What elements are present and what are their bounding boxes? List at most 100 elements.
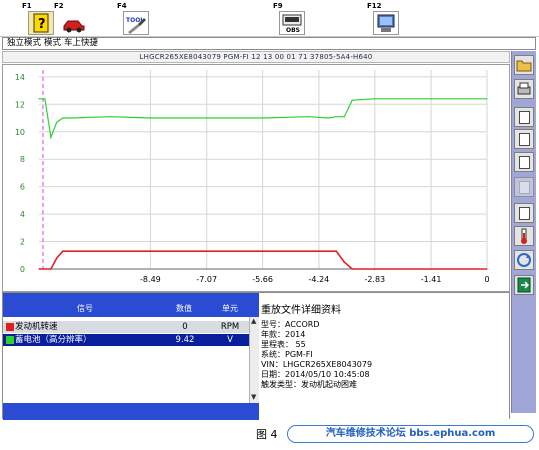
data-point-rpm [50, 268, 52, 270]
data-point-rpm [351, 268, 353, 270]
y-tick-label: 8 [20, 155, 25, 164]
replay-title: 重放文件详细资料 [261, 305, 341, 316]
data-point-battery [343, 116, 345, 118]
data-point-battery [44, 98, 46, 100]
f1-label: F1 [22, 2, 32, 10]
scroll-down-icon[interactable]: ▼ [251, 393, 256, 401]
thermometer-icon [521, 228, 527, 244]
signal-table-footer [3, 403, 259, 420]
chart-panel: -8.49 -7.07 -5.66 -4.24 -2.83 -1.41 0 0 2 4 6 8 10 12… [2, 64, 510, 292]
data-point-rpm [308, 250, 310, 252]
obd-icon: OBS [279, 11, 305, 35]
data-point-battery [335, 116, 337, 118]
folder-open-icon [516, 60, 532, 72]
replay-trigger: 触发类型：发动机起动困难 [261, 380, 357, 389]
data-point-battery [262, 117, 264, 119]
f2-label: F2 [54, 2, 64, 10]
figure-caption: 图 4 [256, 428, 278, 441]
config-button[interactable] [514, 107, 534, 127]
data-point-rpm [206, 250, 208, 252]
col-unit[interactable]: 单元 [222, 303, 238, 314]
data-point-battery [327, 117, 329, 119]
refresh-button[interactable] [514, 250, 534, 270]
signal-table: 信号 数值 单元 发动机转速 0 RPM 蓄电池（高分辨率） 9.42 V ▲ … [3, 293, 259, 420]
disabled-button [514, 177, 534, 197]
data-point-rpm [38, 268, 40, 270]
data-point-battery [351, 99, 353, 101]
signal-color-swatch [6, 323, 14, 331]
list-button[interactable] [514, 129, 534, 149]
x-tick-label: -8.49 [140, 275, 161, 284]
data-point-battery [206, 117, 208, 119]
signal-table-scrollbar[interactable]: ▲ ▼ [249, 317, 259, 403]
data-point-rpm [109, 250, 111, 252]
x-tick-label: -7.07 [196, 275, 217, 284]
data-point-battery [374, 98, 376, 100]
data-point-rpm [430, 268, 432, 270]
data-point-battery [149, 117, 151, 119]
replay-details: 重放文件详细资料 型号：ACCORD 年款：2014 里程表： 55 系统：PG… [259, 293, 509, 420]
data-point-rpm [70, 250, 72, 252]
data-point-rpm [149, 250, 151, 252]
config-icon [519, 111, 530, 124]
y-tick-label: 10 [15, 128, 25, 137]
y-tick-label: 4 [20, 210, 25, 219]
y-tick-label: 2 [20, 238, 25, 247]
exit-button[interactable] [514, 275, 534, 295]
signal-name: 发动机转速 [15, 322, 58, 332]
x-tick-label: 0 [484, 275, 489, 284]
data-point-battery [70, 117, 72, 119]
f9-label: F9 [273, 2, 283, 10]
disabled-icon [519, 181, 530, 194]
data-point-rpm [343, 261, 345, 263]
col-value[interactable]: 数值 [176, 303, 192, 314]
signal-row-rpm[interactable]: 发动机转速 0 RPM [3, 321, 249, 333]
mode-independent[interactable]: 独立模式 [7, 38, 41, 48]
obd-icon-text: OBS [286, 27, 300, 34]
x-tick-label: -1.41 [421, 275, 442, 284]
scroll-up-icon[interactable]: ▲ [251, 317, 256, 325]
data-point-rpm [62, 250, 64, 252]
x-tick-label: -2.83 [364, 275, 385, 284]
vehicle-header: LHGCR265XE8043079 PGM-FI 12 13 00 01 71 … [2, 51, 510, 63]
signal-name: 蓄电池（高分辨率） [15, 335, 92, 345]
signal-unit: V [227, 335, 233, 345]
f12-label: F12 [367, 2, 382, 10]
data-point-battery [486, 98, 488, 100]
data-point-rpm [335, 250, 337, 252]
col-signal[interactable]: 信号 [77, 303, 93, 314]
signal-value: 9.42 [175, 335, 195, 345]
signal-unit: RPM [220, 322, 240, 332]
open-file-button[interactable] [514, 55, 534, 75]
signal-value: 0 [182, 322, 188, 332]
car-icon [60, 11, 86, 35]
signal-table-header: 信号 数值 单元 [3, 293, 259, 317]
signal-row-battery[interactable]: 蓄电池（高分辨率） 9.42 V [3, 334, 249, 346]
y-tick-label: 0 [20, 265, 25, 274]
forum-watermark: 汽车维修技术论坛 bbs.ephua.com [287, 425, 534, 443]
print-icon [517, 82, 531, 95]
y-tick-label: 6 [20, 183, 25, 192]
tools-icon [519, 207, 530, 220]
data-point-battery [62, 117, 64, 119]
bottom-panel: 信号 数值 单元 发动机转速 0 RPM 蓄电池（高分辨率） 9.42 V ▲ … [2, 292, 510, 420]
exit-computer-icon [373, 11, 399, 35]
scale-icon [519, 156, 530, 169]
print-button[interactable] [514, 79, 534, 99]
scale-button[interactable] [514, 152, 534, 172]
tool-icon: TOOL [123, 11, 149, 35]
temperature-button[interactable] [514, 226, 534, 246]
data-point-battery [308, 116, 310, 118]
right-toolbar [511, 51, 536, 413]
data-point-rpm [56, 257, 58, 259]
waveform-chart[interactable]: -8.49 -7.07 -5.66 -4.24 -2.83 -1.41 0 0 2 4 6 8 10 12… [3, 65, 509, 291]
tools-button[interactable] [514, 203, 534, 223]
refresh-icon [517, 253, 531, 267]
f4-label: F4 [117, 2, 127, 10]
data-point-battery [56, 121, 58, 123]
x-tick-label: -5.66 [252, 275, 273, 284]
mode-onboard-quick[interactable]: 车上快捷 [64, 38, 98, 48]
data-point-battery [109, 116, 111, 118]
data-point-rpm [327, 250, 329, 252]
mode-label: 模式 [44, 38, 62, 48]
